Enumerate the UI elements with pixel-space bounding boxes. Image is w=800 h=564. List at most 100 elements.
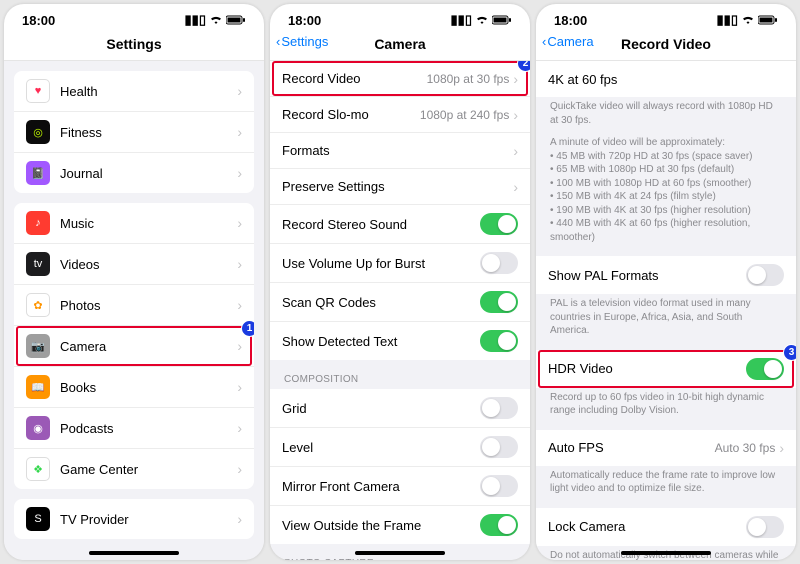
- row-hdr-video[interactable]: HDR Video3: [536, 350, 796, 388]
- record-video-list[interactable]: 4K at 60 fpsQuickTake video will always …: [536, 61, 796, 560]
- chevron-right-icon: ›: [237, 256, 242, 272]
- row-record-slo-mo[interactable]: Record Slo-mo1080p at 240 fps›: [270, 97, 530, 133]
- row-photos[interactable]: ✿Photos›: [14, 285, 254, 326]
- row-label: Level: [282, 440, 480, 455]
- chevron-right-icon: ›: [237, 297, 242, 313]
- row-use-volume-up-for-burst[interactable]: Use Volume Up for Burst: [270, 244, 530, 283]
- row-label: Grid: [282, 401, 480, 416]
- status-time: 18:00: [288, 13, 321, 28]
- home-indicator[interactable]: [89, 551, 179, 555]
- row-music[interactable]: ♪Music›: [14, 203, 254, 244]
- section-footer: Record up to 60 fps video in 10-bit high…: [536, 388, 796, 424]
- step-badge: 1: [241, 320, 254, 337]
- row-tv-provider[interactable]: STV Provider›: [14, 499, 254, 539]
- row-label: Podcasts: [60, 421, 237, 436]
- chevron-right-icon: ›: [779, 440, 784, 456]
- row-label: Show PAL Formats: [548, 268, 746, 283]
- quicktake-footer: QuickTake video will always record with …: [536, 97, 796, 133]
- game-center-icon: ❖: [26, 457, 50, 481]
- row-label: Auto FPS: [548, 440, 715, 455]
- status-bar: 18:00 ▮▮▯: [270, 4, 530, 32]
- chevron-right-icon: ›: [237, 83, 242, 99]
- step-badge: 2: [517, 61, 530, 72]
- row-game-center[interactable]: ❖Game Center›: [14, 449, 254, 489]
- toggle-level[interactable]: [480, 436, 518, 458]
- toggle-scan-qr-codes[interactable]: [480, 291, 518, 313]
- back-label: Settings: [281, 34, 328, 49]
- row-record-stereo-sound[interactable]: Record Stereo Sound: [270, 205, 530, 244]
- row-podcasts[interactable]: ◉Podcasts›: [14, 408, 254, 449]
- status-time: 18:00: [554, 13, 587, 28]
- row-label: TV Provider: [60, 512, 237, 527]
- row-scan-qr-codes[interactable]: Scan QR Codes: [270, 283, 530, 322]
- battery-icon: [758, 13, 778, 28]
- chevron-right-icon: ›: [513, 143, 518, 159]
- row-label: Journal: [60, 166, 237, 181]
- row-auto-fps[interactable]: Auto FPSAuto 30 fps›: [536, 430, 796, 466]
- nav-bar: ‹ Camera Record Video: [536, 32, 796, 61]
- record-video-screen: 18:00 ▮▮▯ ‹ Camera Record Video 4K at 60…: [536, 4, 796, 560]
- row-label: Record Video: [282, 71, 427, 86]
- nav-bar: Settings: [4, 32, 264, 61]
- row-label: Scan QR Codes: [282, 295, 480, 310]
- camera-settings-list[interactable]: Record Video1080p at 30 fps›2Record Slo-…: [270, 61, 530, 560]
- section-footer: PAL is a television video format used in…: [536, 294, 796, 344]
- books-icon: 📖: [26, 375, 50, 399]
- row-label: Health: [60, 84, 237, 99]
- chevron-right-icon: ›: [237, 379, 242, 395]
- row-record-video[interactable]: Record Video1080p at 30 fps›2: [270, 61, 530, 97]
- row-detail: 1080p at 30 fps: [427, 72, 510, 86]
- chevron-right-icon: ›: [237, 461, 242, 477]
- row-lock-camera[interactable]: Lock Camera: [536, 508, 796, 546]
- minute-estimate: A minute of video will be approximately:…: [536, 133, 796, 250]
- row-label: Fitness: [60, 125, 237, 140]
- row-label: Mirror Front Camera: [282, 479, 480, 494]
- row-formats[interactable]: Formats›: [270, 133, 530, 169]
- row-grid[interactable]: Grid: [270, 389, 530, 428]
- status-icons: ▮▮▯: [185, 12, 246, 28]
- chevron-left-icon: ‹: [276, 34, 280, 49]
- row-detail: Auto 30 fps: [715, 441, 776, 455]
- row-label: Record Slo-mo: [282, 107, 420, 122]
- toggle-use-volume-up-for-burst[interactable]: [480, 252, 518, 274]
- row-label: Show Detected Text: [282, 334, 480, 349]
- home-indicator[interactable]: [621, 551, 711, 555]
- toggle-hdr-video[interactable]: [746, 358, 784, 380]
- row-level[interactable]: Level: [270, 428, 530, 467]
- chevron-right-icon: ›: [513, 179, 518, 195]
- toggle-show-detected-text[interactable]: [480, 330, 518, 352]
- battery-icon: [492, 13, 512, 28]
- tv-provider-icon: S: [26, 507, 50, 531]
- battery-icon: [226, 13, 246, 28]
- toggle-lock-camera[interactable]: [746, 516, 784, 538]
- row-4k-60fps[interactable]: 4K at 60 fps: [536, 61, 796, 97]
- row-camera[interactable]: 📷Camera›1: [14, 326, 254, 367]
- row-books[interactable]: 📖Books›: [14, 367, 254, 408]
- wifi-icon: [209, 13, 223, 28]
- chevron-right-icon: ›: [237, 215, 242, 231]
- chevron-left-icon: ‹: [542, 34, 546, 49]
- step-badge: 3: [783, 344, 796, 361]
- row-view-outside-the-frame[interactable]: View Outside the Frame: [270, 506, 530, 544]
- row-videos[interactable]: tvVideos›: [14, 244, 254, 285]
- row-label: Photos: [60, 298, 237, 313]
- row-fitness[interactable]: ◎Fitness›: [14, 112, 254, 153]
- status-bar: 18:00 ▮▮▯: [536, 4, 796, 32]
- back-button[interactable]: ‹ Settings: [276, 34, 328, 49]
- toggle-grid[interactable]: [480, 397, 518, 419]
- settings-list[interactable]: ♥Health›◎Fitness›📓Journal› ♪Music›tvVideo…: [4, 61, 264, 560]
- row-show-pal-formats[interactable]: Show PAL Formats: [536, 256, 796, 294]
- row-health[interactable]: ♥Health›: [14, 71, 254, 112]
- chevron-right-icon: ›: [513, 107, 518, 123]
- toggle-mirror-front-camera[interactable]: [480, 475, 518, 497]
- row-preserve-settings[interactable]: Preserve Settings›: [270, 169, 530, 205]
- home-indicator[interactable]: [355, 551, 445, 555]
- toggle-show-pal-formats[interactable]: [746, 264, 784, 286]
- back-button[interactable]: ‹ Camera: [542, 34, 594, 49]
- toggle-view-outside-the-frame[interactable]: [480, 514, 518, 536]
- toggle-record-stereo-sound[interactable]: [480, 213, 518, 235]
- status-bar: 18:00 ▮▮▯: [4, 4, 264, 32]
- row-show-detected-text[interactable]: Show Detected Text: [270, 322, 530, 360]
- row-mirror-front-camera[interactable]: Mirror Front Camera: [270, 467, 530, 506]
- row-journal[interactable]: 📓Journal›: [14, 153, 254, 193]
